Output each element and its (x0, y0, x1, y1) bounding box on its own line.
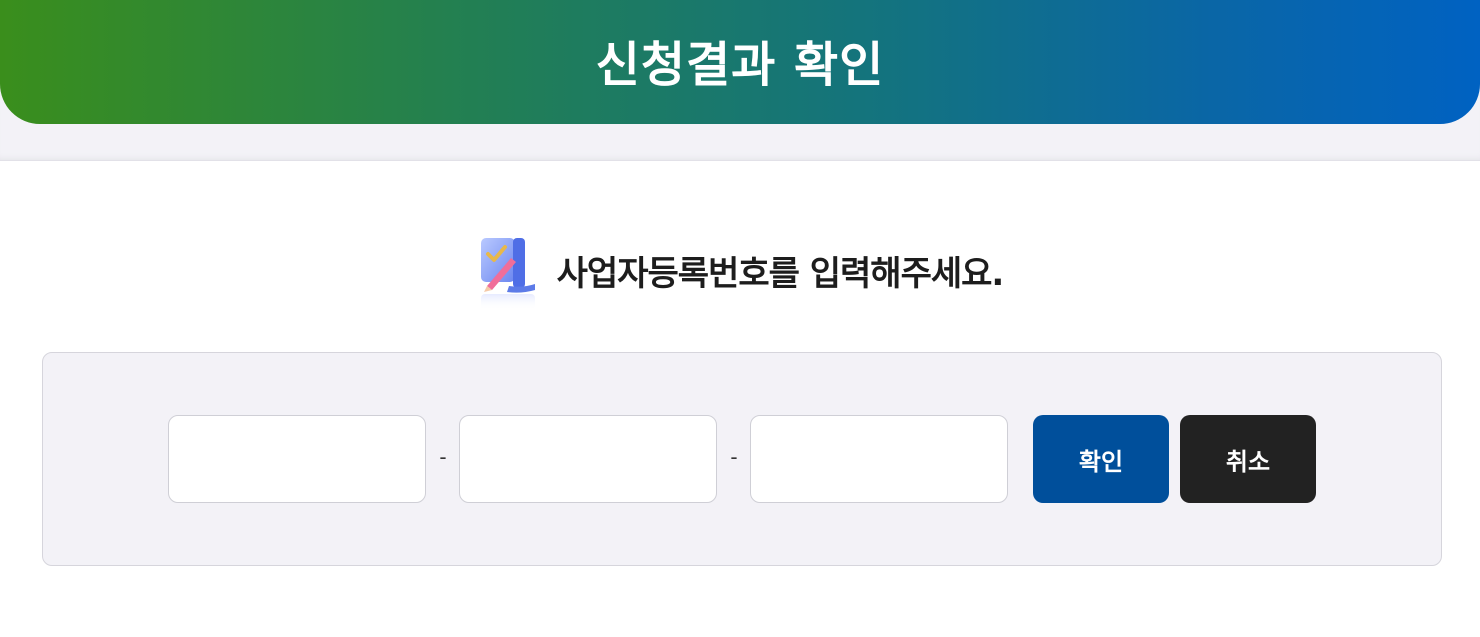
business-number-part1-input[interactable] (168, 415, 426, 503)
separator-dash: - (730, 445, 738, 469)
business-number-part2-input[interactable] (459, 415, 717, 503)
confirm-button[interactable]: 확인 (1033, 415, 1169, 503)
header-bar: 신청결과 확인 (0, 0, 1480, 124)
pencil-check-icon (477, 232, 541, 312)
cancel-button[interactable]: 취소 (1180, 415, 1316, 503)
separator-dash: - (439, 445, 447, 469)
business-number-form: - - 확인 취소 (42, 352, 1442, 566)
page-title: 신청결과 확인 (595, 37, 885, 93)
instruction: 사업자등록번호를 입력해주세요. (0, 232, 1480, 312)
business-number-part3-input[interactable] (750, 415, 1008, 503)
instruction-text: 사업자등록번호를 입력해주세요. (556, 254, 1005, 294)
